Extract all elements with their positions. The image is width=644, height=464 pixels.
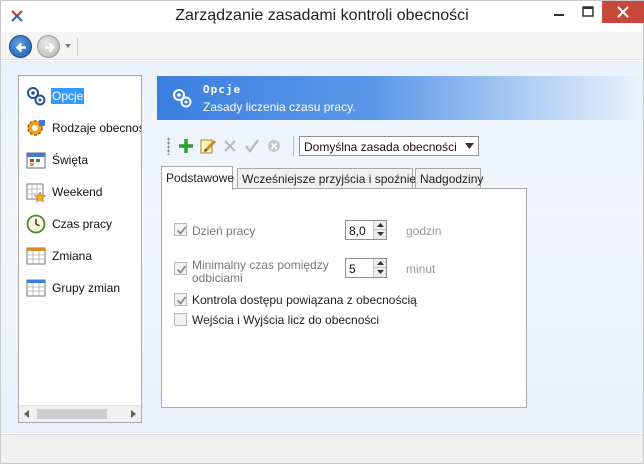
history-dropdown-icon[interactable] — [64, 42, 72, 50]
entries-checkbox[interactable] — [174, 313, 187, 326]
sidebar-list: Opcje Rodzaje obecności — [18, 75, 142, 423]
min-time-spinner[interactable]: 5 — [345, 258, 387, 278]
spin-down-icon — [377, 270, 384, 274]
arrow-left-icon — [15, 42, 26, 53]
section-subtitle: Zasady liczenia czasu pracy. — [203, 100, 356, 114]
delete-button[interactable] — [221, 137, 239, 155]
content-area: Opcje Rodzaje obecności — [1, 61, 643, 433]
delete-icon — [224, 140, 236, 152]
grid-calendar-group-icon — [26, 279, 46, 297]
cancel-button[interactable] — [265, 137, 283, 155]
tab-podstawowe[interactable]: Podstawowe — [161, 166, 235, 190]
toolbar: Domyślna zasada obecności — [167, 134, 487, 158]
spin-up-button[interactable] — [373, 259, 386, 268]
sidebar-item-swieta[interactable]: Święta — [25, 146, 89, 174]
sidebar-item-opcje[interactable]: Opcje — [25, 82, 85, 110]
section-title: Opcje — [203, 83, 242, 96]
navigation-bar — [1, 32, 643, 60]
edit-button[interactable] — [199, 137, 217, 155]
access-control-label: Kontrola dostępu powiązana z obecnością — [192, 293, 417, 307]
weekend-calendar-star-icon — [26, 183, 47, 203]
tab-nadgodziny[interactable]: Nadgodziny — [415, 168, 484, 188]
spin-down-button[interactable] — [373, 268, 386, 277]
spin-up-button[interactable] — [373, 221, 386, 230]
chevron-down-icon — [465, 143, 474, 149]
access-control-checkbox[interactable] — [174, 293, 187, 306]
clock-icon — [26, 214, 46, 234]
add-button[interactable] — [177, 137, 195, 155]
scroll-right-icon[interactable] — [128, 409, 138, 419]
workday-spinner[interactable]: 8,0 — [345, 220, 387, 240]
maximize-button[interactable] — [574, 1, 602, 23]
scroll-left-icon[interactable] — [22, 409, 32, 419]
gears-icon — [27, 87, 46, 106]
tab-label: Nadgodziny — [420, 172, 484, 186]
workday-label: Dzień pracy — [192, 224, 256, 238]
workday-checkbox[interactable] — [174, 223, 187, 236]
sidebar-item-label: Rodzaje obecności — [52, 121, 141, 135]
grid-calendar-icon — [26, 247, 46, 265]
sidebar-item-label: Święta — [52, 153, 89, 167]
spin-up-icon — [377, 223, 384, 227]
spin-down-button[interactable] — [373, 230, 386, 239]
minimize-icon — [554, 14, 564, 16]
sidebar-item-zmiana[interactable]: Zmiana — [25, 242, 93, 270]
back-button[interactable] — [9, 35, 32, 58]
gears-icon — [173, 89, 192, 108]
cancel-icon — [268, 140, 280, 152]
gear-orange-icon — [27, 120, 45, 136]
edit-icon — [200, 139, 217, 154]
nav-separator — [77, 38, 78, 56]
sidebar-horizontal-scrollbar[interactable] — [19, 405, 141, 422]
status-bar — [1, 434, 643, 463]
minimize-button[interactable] — [544, 1, 574, 23]
arrow-right-icon — [45, 42, 56, 53]
min-time-label-line2: odbiciami — [192, 271, 243, 285]
title-bar: Zarządzanie zasadami kontroli obecności — [1, 1, 644, 31]
spin-down-icon — [377, 232, 384, 236]
spin-up-icon — [377, 261, 384, 265]
confirm-button[interactable] — [243, 137, 261, 155]
checkmark-icon — [176, 226, 187, 235]
sidebar-item-grupy-zmian[interactable]: Grupy zmian — [25, 274, 121, 302]
workday-unit: godzin — [406, 224, 442, 238]
toolbar-separator — [293, 136, 294, 156]
policy-select[interactable]: Domyślna zasada obecności — [299, 136, 479, 156]
checkmark-icon — [176, 265, 187, 274]
checkmark-icon — [176, 296, 187, 305]
holiday-calendar-icon — [26, 152, 46, 169]
sidebar-item-label: Weekend — [52, 185, 103, 199]
sidebar-item-label: Grupy zmian — [52, 281, 121, 295]
workday-value: 8,0 — [349, 224, 366, 238]
section-header: Opcje Zasady liczenia czasu pracy. — [157, 76, 641, 120]
tab-label: Podstawowe — [166, 171, 235, 185]
sidebar-item-weekend[interactable]: Weekend — [25, 178, 103, 206]
toolbar-grip[interactable] — [167, 137, 170, 155]
add-icon — [179, 139, 193, 153]
tab-wczesniejsze-przyjscia[interactable]: Wcześniejsze przyjścia i spoźnienia — [237, 168, 432, 188]
tab-label: Wcześniejsze przyjścia i spoźnienia — [242, 172, 433, 186]
tab-pane-podstawowe: Dzień pracy 8,0 godzin Minimalny czas po… — [161, 188, 527, 408]
maximize-icon — [582, 6, 594, 17]
min-time-label-line1: Minimalny czas pomiędzy — [192, 258, 329, 272]
min-time-checkbox[interactable] — [174, 262, 187, 275]
min-time-value: 5 — [349, 262, 356, 276]
sidebar-item-czas-pracy[interactable]: Czas pracy — [25, 210, 113, 238]
close-button[interactable] — [602, 1, 644, 23]
entries-label: Wejścia i Wyjścia licz do obecności — [192, 313, 380, 327]
sidebar-item-label: Opcje — [51, 88, 85, 104]
policy-select-value: Domyślna zasada obecności — [304, 140, 457, 154]
sidebar-item-label: Czas pracy — [52, 217, 113, 231]
sidebar-item-rodzaje-obecnosci[interactable]: Rodzaje obecności — [25, 114, 141, 142]
close-icon — [617, 6, 629, 18]
forward-button[interactable] — [37, 35, 60, 58]
min-time-unit: minut — [406, 262, 436, 276]
sidebar-item-label: Zmiana — [52, 249, 93, 263]
app-window: Zarządzanie zasadami kontroli obecności — [0, 0, 644, 464]
confirm-icon — [245, 139, 259, 153]
scrollbar-thumb[interactable] — [37, 409, 107, 419]
